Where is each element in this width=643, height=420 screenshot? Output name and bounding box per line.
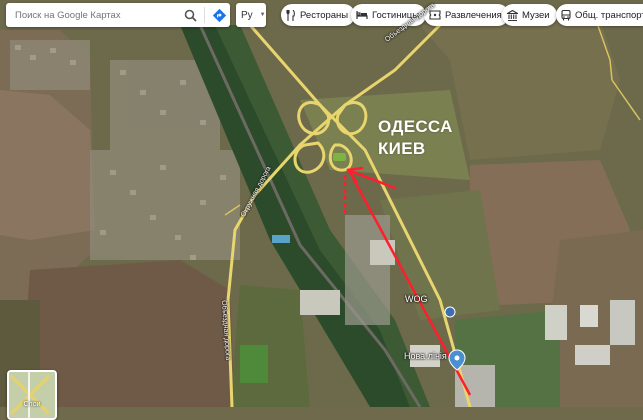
search-input[interactable] xyxy=(15,5,179,25)
satellite-map[interactable] xyxy=(0,0,643,407)
directions-icon[interactable] xyxy=(208,4,230,26)
chip-label: Рестораны xyxy=(300,9,349,21)
restaurant-icon xyxy=(286,9,295,21)
chip-restaurants[interactable]: Рестораны xyxy=(281,4,356,26)
layers-thumbnail xyxy=(9,372,55,418)
language-select[interactable]: Ру ▼ xyxy=(236,3,266,27)
poi-wog[interactable]: WOG xyxy=(405,294,428,304)
poi-nova-liniia[interactable]: Нова лінія xyxy=(404,351,447,361)
chip-museums[interactable]: Музеи xyxy=(502,4,557,26)
divider xyxy=(204,7,205,23)
layers-button[interactable]: Слои xyxy=(7,370,57,420)
chip-label: Музеи xyxy=(522,9,550,21)
chip-entertainment[interactable]: Развлечения xyxy=(424,4,509,26)
language-value: Ру xyxy=(241,9,253,21)
chip-label: Общ. транспорт xyxy=(575,9,643,21)
chip-label: Развлечения xyxy=(445,9,502,21)
museum-icon xyxy=(507,9,518,21)
bus-icon xyxy=(561,9,571,20)
chevron-down-icon: ▼ xyxy=(259,12,266,18)
search-box[interactable] xyxy=(6,3,230,27)
hotel-icon xyxy=(356,11,368,19)
search-icon[interactable] xyxy=(179,4,201,26)
overlay-odessa: ОДЕССА xyxy=(378,117,453,136)
chip-transit[interactable]: Общ. транспорт xyxy=(556,4,643,26)
overlay-kiev: КИЕВ xyxy=(378,139,426,158)
